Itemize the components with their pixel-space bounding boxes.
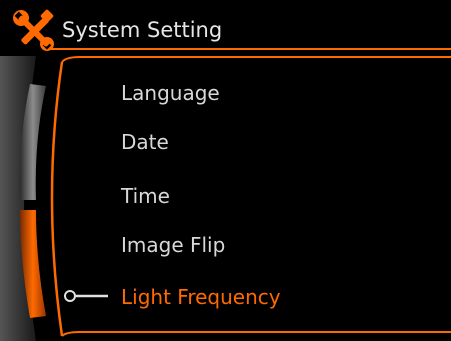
- menu-item-language[interactable]: Language: [121, 81, 220, 105]
- selection-pointer-icon: [64, 290, 108, 302]
- header-bar: System Setting: [0, 0, 451, 56]
- wrench-screwdriver-icon: [13, 9, 54, 51]
- menu-bottom-border: [61, 331, 451, 337]
- menu-item-light-frequency[interactable]: Light Frequency: [121, 285, 281, 309]
- menu-item-time[interactable]: Time: [121, 184, 170, 208]
- menu-item-image-flip[interactable]: Image Flip: [121, 233, 225, 257]
- page-title: System Setting: [62, 18, 223, 42]
- menu-top-border: [61, 56, 451, 63]
- menu-item-date[interactable]: Date: [121, 130, 169, 154]
- menu-arc: [50, 61, 64, 337]
- system-setting-screen: System Setting Language Date Time Image …: [0, 0, 451, 341]
